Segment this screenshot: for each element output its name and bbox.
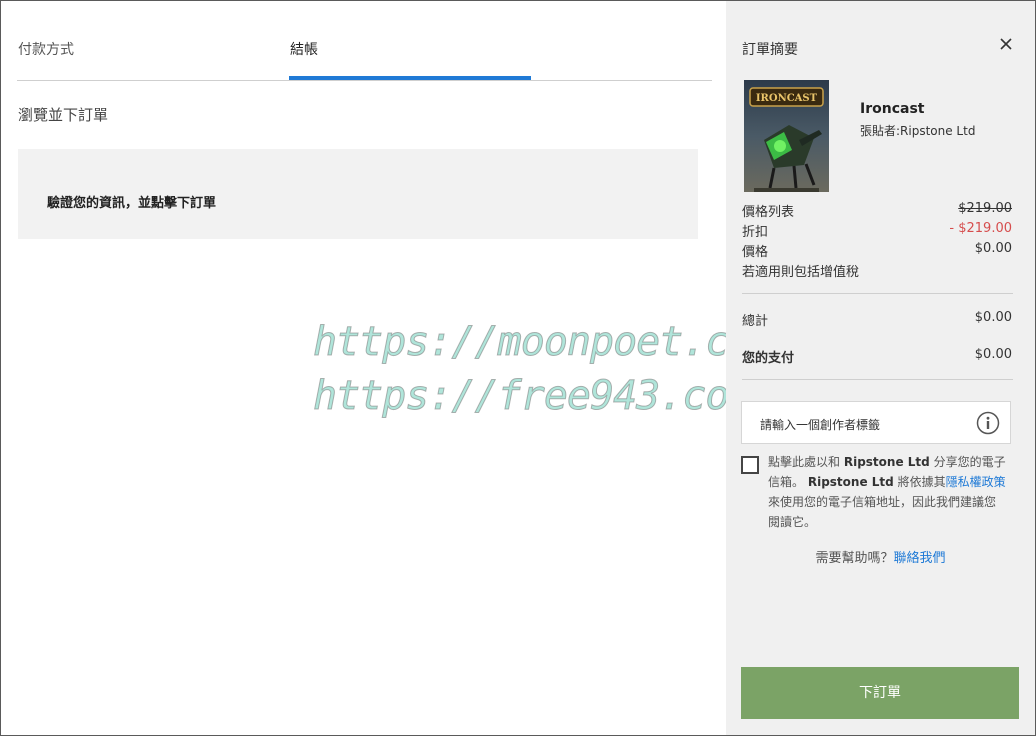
contact-us-link[interactable]: 聯絡我們 — [894, 551, 946, 566]
tax-note: 若適用則包括增值稅 — [742, 265, 860, 280]
info-message-box: 驗證您的資訊，並點擊下訂單 — [18, 149, 698, 239]
order-summary-title: 訂單摘要 — [742, 42, 798, 58]
watermark-line-1: https://moonpoet.com — [313, 319, 777, 366]
list-price-value: $219.00 — [958, 201, 1012, 216]
tab-checkout[interactable]: 結帳 — [290, 39, 318, 59]
list-price-row: 價格列表 $219.00 — [742, 201, 1012, 220]
creator-tag-placeholder: 請輸入一個創作者標籤 — [760, 418, 881, 432]
list-price-label: 價格列表 — [742, 205, 795, 220]
discount-row: 折扣 - $219.00 — [742, 221, 1012, 240]
watermark-line-2: https://free943.com — [313, 373, 754, 420]
payment-label: 您的支付 — [742, 351, 795, 366]
place-order-button[interactable]: 下訂單 — [741, 667, 1019, 719]
consent-company-name: Ripstone Ltd — [843, 455, 930, 469]
total-value: $0.00 — [974, 310, 1012, 325]
divider — [742, 379, 1013, 380]
share-email-checkbox[interactable] — [741, 456, 759, 474]
cover-title-text: IRONCAST — [756, 93, 818, 104]
consent-text-part: 點擊此處以和 — [768, 455, 841, 469]
product-name: Ironcast — [860, 101, 925, 117]
privacy-policy-link[interactable]: 隱私權政策 — [946, 475, 1006, 489]
price-label: 價格 — [742, 245, 769, 260]
payment-row: 您的支付 $0.00 — [742, 347, 1012, 366]
product-publisher: 張貼者:Ripstone Ltd — [860, 124, 976, 138]
checkout-main-pane: 付款方式 結帳 瀏覽並下訂單 驗證您的資訊，並點擊下訂單 https://moo… — [1, 1, 776, 735]
total-label: 總計 — [742, 314, 769, 329]
discount-value: - $219.00 — [949, 221, 1012, 236]
consent-text-part: 將依據其 — [897, 475, 946, 489]
price-row: 價格 $0.00 — [742, 241, 1012, 260]
divider — [742, 293, 1013, 294]
checkout-dialog: 付款方式 結帳 瀏覽並下訂單 驗證您的資訊，並點擊下訂單 https://moo… — [0, 0, 1036, 736]
payment-value: $0.00 — [974, 347, 1012, 362]
price-value: $0.00 — [974, 241, 1012, 256]
info-message: 驗證您的資訊，並點擊下訂單 — [47, 196, 217, 211]
help-text: 需要幫助嗎？ — [815, 551, 894, 566]
discount-label: 折扣 — [742, 225, 769, 240]
order-summary-pane: 訂單摘要 IRONCAST Ironcast 張貼者:Ripstone Ltd … — [726, 1, 1035, 735]
share-email-consent-text: 點擊此處以和 Ripstone Ltd 分享您的電子信箱。 Ripstone L… — [768, 452, 1006, 532]
tab-payment-method[interactable]: 付款方式 — [18, 39, 74, 59]
tax-note-row: 若適用則包括增值稅 — [742, 261, 1012, 280]
consent-text-part: 來使用您的電子信箱地址，因此我們建議您閱讀它。 — [768, 495, 997, 529]
info-icon[interactable] — [976, 411, 1000, 435]
help-line: 需要幫助嗎？聯絡我們 — [726, 547, 1035, 566]
close-icon[interactable] — [997, 35, 1015, 53]
active-tab-indicator — [289, 76, 531, 80]
checkout-tabs: 付款方式 結帳 — [17, 25, 712, 81]
game-cover-image: IRONCAST — [744, 80, 829, 192]
creator-tag-input[interactable]: 請輸入一個創作者標籤 — [741, 401, 1011, 444]
section-title: 瀏覽並下訂單 — [18, 106, 109, 124]
total-row: 總計 $0.00 — [742, 310, 1012, 329]
consent-company-name: Ripstone Ltd — [807, 475, 894, 489]
